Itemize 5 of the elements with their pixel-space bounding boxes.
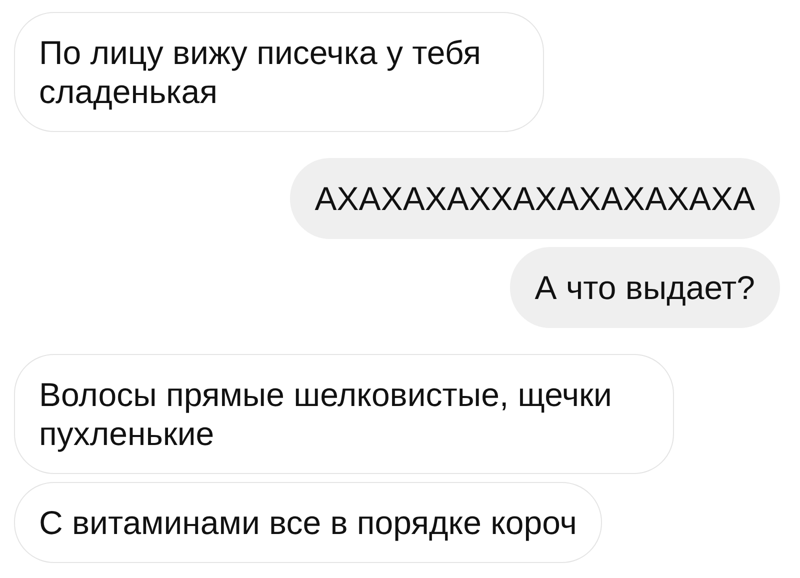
message-bubble: По лицу вижу писечка у тебя сладенькая [14, 12, 544, 132]
message-bubble: АХАХАХАХХАХАХАХАХАХА [290, 158, 780, 239]
message-bubble: С витаминами все в порядке короч [14, 482, 602, 563]
message-bubble: А что выдает? [510, 247, 780, 328]
message-bubble: Волосы прямые шелковистые, щечки пухленькие [14, 354, 674, 474]
